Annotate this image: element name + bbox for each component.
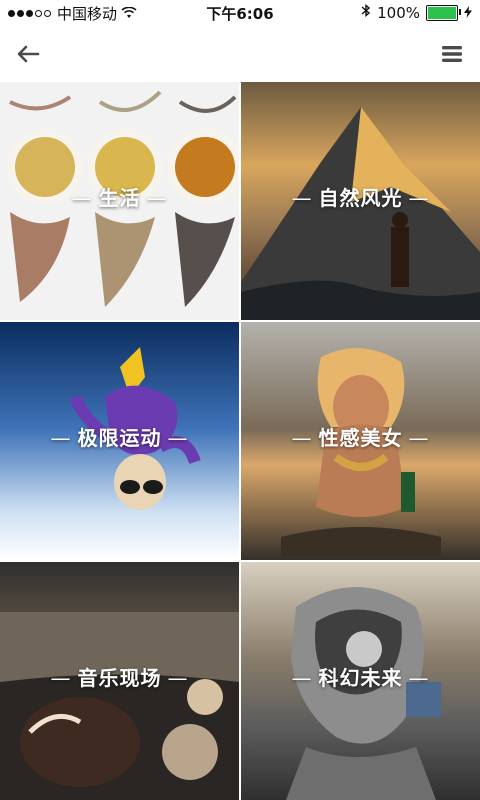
- bluetooth-icon: [361, 3, 371, 22]
- battery-fill: [428, 6, 456, 19]
- category-tile-nature[interactable]: — 自然风光 —: [241, 82, 480, 320]
- category-tile-live-music[interactable]: — 音乐现场 —: [0, 562, 239, 800]
- category-title-live-music: 音乐现场: [77, 666, 162, 690]
- label-dash-right: —: [167, 666, 189, 690]
- battery-icon: [426, 4, 461, 21]
- concert-image: [0, 612, 239, 800]
- category-title-life: 生活: [98, 186, 141, 210]
- category-grid: — 生活 — — 自然风光 — — 极限运动 — — 性感美女 — — 音乐现场…: [0, 82, 480, 800]
- back-arrow-icon[interactable]: [14, 40, 42, 68]
- status-bar: 中国移动 下午6:06 100%: [0, 0, 480, 26]
- category-title-sci-fi: 科幻未来: [318, 666, 403, 690]
- label-dash-right: —: [167, 426, 189, 450]
- label-dash-right: —: [408, 666, 430, 690]
- label-dash-right: —: [408, 186, 430, 210]
- label-dash-left: —: [291, 666, 313, 690]
- nav-bar: [0, 26, 480, 83]
- label-dash-left: —: [71, 186, 93, 210]
- label-dash-right: —: [408, 426, 430, 450]
- category-tile-sci-fi[interactable]: — 科幻未来 —: [241, 562, 480, 800]
- label-dash-left: —: [50, 666, 72, 690]
- label-dash-left: —: [50, 426, 72, 450]
- category-label: — 科幻未来 —: [241, 662, 480, 691]
- category-label: — 极限运动 —: [0, 422, 239, 451]
- charging-icon: [464, 4, 472, 22]
- category-label: — 音乐现场 —: [0, 662, 239, 691]
- category-title-extreme-sports: 极限运动: [77, 426, 162, 450]
- category-tile-life[interactable]: — 生活 —: [0, 82, 239, 320]
- status-right: 100%: [361, 3, 472, 22]
- battery-percent: 100%: [377, 3, 420, 22]
- label-dash-right: —: [146, 186, 168, 210]
- category-label: — 性感美女 —: [241, 422, 480, 451]
- label-dash-left: —: [291, 426, 313, 450]
- label-dash-left: —: [291, 186, 313, 210]
- category-label: — 生活 —: [0, 182, 239, 211]
- category-title-nature: 自然风光: [318, 186, 403, 210]
- category-label: — 自然风光 —: [241, 182, 480, 211]
- category-tile-sexy[interactable]: — 性感美女 —: [241, 322, 480, 560]
- category-tile-extreme-sports[interactable]: — 极限运动 —: [0, 322, 239, 560]
- menu-icon[interactable]: [438, 40, 466, 68]
- category-title-sexy: 性感美女: [318, 426, 403, 450]
